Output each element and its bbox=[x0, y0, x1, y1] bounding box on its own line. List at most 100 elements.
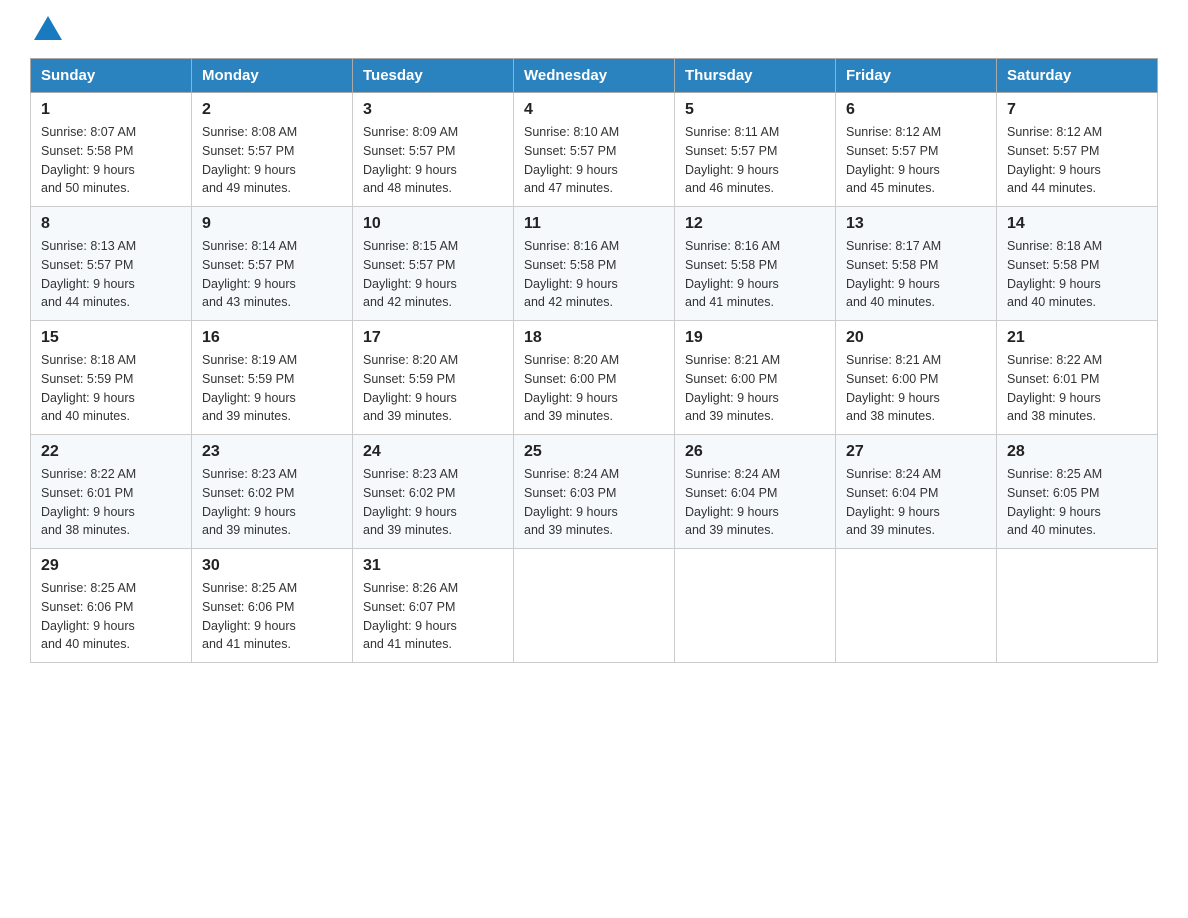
calendar-week-row: 8 Sunrise: 8:13 AM Sunset: 5:57 PM Dayli… bbox=[31, 207, 1158, 321]
day-number: 21 bbox=[1007, 329, 1147, 347]
day-number: 13 bbox=[846, 215, 986, 233]
day-info: Sunrise: 8:22 AM Sunset: 6:01 PM Dayligh… bbox=[41, 465, 181, 540]
calendar-cell: 15 Sunrise: 8:18 AM Sunset: 5:59 PM Dayl… bbox=[31, 321, 192, 435]
calendar-cell: 18 Sunrise: 8:20 AM Sunset: 6:00 PM Dayl… bbox=[514, 321, 675, 435]
day-info: Sunrise: 8:17 AM Sunset: 5:58 PM Dayligh… bbox=[846, 237, 986, 312]
calendar-cell: 28 Sunrise: 8:25 AM Sunset: 6:05 PM Dayl… bbox=[997, 435, 1158, 549]
day-number: 29 bbox=[41, 557, 181, 575]
calendar-cell: 14 Sunrise: 8:18 AM Sunset: 5:58 PM Dayl… bbox=[997, 207, 1158, 321]
calendar-cell: 31 Sunrise: 8:26 AM Sunset: 6:07 PM Dayl… bbox=[353, 549, 514, 663]
day-number: 27 bbox=[846, 443, 986, 461]
day-number: 31 bbox=[363, 557, 503, 575]
calendar-cell bbox=[514, 549, 675, 663]
day-number: 6 bbox=[846, 101, 986, 119]
day-number: 24 bbox=[363, 443, 503, 461]
day-number: 1 bbox=[41, 101, 181, 119]
calendar-cell: 19 Sunrise: 8:21 AM Sunset: 6:00 PM Dayl… bbox=[675, 321, 836, 435]
day-info: Sunrise: 8:20 AM Sunset: 6:00 PM Dayligh… bbox=[524, 351, 664, 426]
day-info: Sunrise: 8:26 AM Sunset: 6:07 PM Dayligh… bbox=[363, 579, 503, 654]
day-number: 9 bbox=[202, 215, 342, 233]
day-info: Sunrise: 8:11 AM Sunset: 5:57 PM Dayligh… bbox=[685, 123, 825, 198]
calendar-cell: 6 Sunrise: 8:12 AM Sunset: 5:57 PM Dayli… bbox=[836, 93, 997, 207]
day-number: 17 bbox=[363, 329, 503, 347]
day-number: 4 bbox=[524, 101, 664, 119]
day-info: Sunrise: 8:25 AM Sunset: 6:06 PM Dayligh… bbox=[41, 579, 181, 654]
day-info: Sunrise: 8:16 AM Sunset: 5:58 PM Dayligh… bbox=[524, 237, 664, 312]
calendar-cell bbox=[836, 549, 997, 663]
day-number: 26 bbox=[685, 443, 825, 461]
calendar-cell: 1 Sunrise: 8:07 AM Sunset: 5:58 PM Dayli… bbox=[31, 93, 192, 207]
day-number: 3 bbox=[363, 101, 503, 119]
calendar-cell bbox=[997, 549, 1158, 663]
day-info: Sunrise: 8:24 AM Sunset: 6:03 PM Dayligh… bbox=[524, 465, 664, 540]
calendar-cell: 16 Sunrise: 8:19 AM Sunset: 5:59 PM Dayl… bbox=[192, 321, 353, 435]
day-info: Sunrise: 8:19 AM Sunset: 5:59 PM Dayligh… bbox=[202, 351, 342, 426]
weekday-header-row: SundayMondayTuesdayWednesdayThursdayFrid… bbox=[31, 59, 1158, 93]
weekday-header-sunday: Sunday bbox=[31, 59, 192, 93]
day-info: Sunrise: 8:08 AM Sunset: 5:57 PM Dayligh… bbox=[202, 123, 342, 198]
calendar-week-row: 1 Sunrise: 8:07 AM Sunset: 5:58 PM Dayli… bbox=[31, 93, 1158, 207]
day-info: Sunrise: 8:07 AM Sunset: 5:58 PM Dayligh… bbox=[41, 123, 181, 198]
weekday-header-wednesday: Wednesday bbox=[514, 59, 675, 93]
calendar-cell: 29 Sunrise: 8:25 AM Sunset: 6:06 PM Dayl… bbox=[31, 549, 192, 663]
calendar-cell: 25 Sunrise: 8:24 AM Sunset: 6:03 PM Dayl… bbox=[514, 435, 675, 549]
day-info: Sunrise: 8:10 AM Sunset: 5:57 PM Dayligh… bbox=[524, 123, 664, 198]
day-number: 19 bbox=[685, 329, 825, 347]
day-info: Sunrise: 8:15 AM Sunset: 5:57 PM Dayligh… bbox=[363, 237, 503, 312]
calendar-cell: 11 Sunrise: 8:16 AM Sunset: 5:58 PM Dayl… bbox=[514, 207, 675, 321]
day-info: Sunrise: 8:20 AM Sunset: 5:59 PM Dayligh… bbox=[363, 351, 503, 426]
header bbox=[30, 20, 1158, 40]
day-number: 30 bbox=[202, 557, 342, 575]
calendar-cell: 12 Sunrise: 8:16 AM Sunset: 5:58 PM Dayl… bbox=[675, 207, 836, 321]
day-info: Sunrise: 8:13 AM Sunset: 5:57 PM Dayligh… bbox=[41, 237, 181, 312]
day-info: Sunrise: 8:24 AM Sunset: 6:04 PM Dayligh… bbox=[685, 465, 825, 540]
calendar-week-row: 15 Sunrise: 8:18 AM Sunset: 5:59 PM Dayl… bbox=[31, 321, 1158, 435]
calendar-cell: 20 Sunrise: 8:21 AM Sunset: 6:00 PM Dayl… bbox=[836, 321, 997, 435]
day-number: 14 bbox=[1007, 215, 1147, 233]
day-number: 28 bbox=[1007, 443, 1147, 461]
calendar-cell: 17 Sunrise: 8:20 AM Sunset: 5:59 PM Dayl… bbox=[353, 321, 514, 435]
day-number: 18 bbox=[524, 329, 664, 347]
calendar-cell: 27 Sunrise: 8:24 AM Sunset: 6:04 PM Dayl… bbox=[836, 435, 997, 549]
calendar-cell: 30 Sunrise: 8:25 AM Sunset: 6:06 PM Dayl… bbox=[192, 549, 353, 663]
day-number: 11 bbox=[524, 215, 664, 233]
weekday-header-friday: Friday bbox=[836, 59, 997, 93]
logo-triangle-icon bbox=[34, 16, 62, 40]
day-number: 10 bbox=[363, 215, 503, 233]
calendar-cell: 4 Sunrise: 8:10 AM Sunset: 5:57 PM Dayli… bbox=[514, 93, 675, 207]
day-number: 5 bbox=[685, 101, 825, 119]
calendar-cell: 9 Sunrise: 8:14 AM Sunset: 5:57 PM Dayli… bbox=[192, 207, 353, 321]
day-info: Sunrise: 8:12 AM Sunset: 5:57 PM Dayligh… bbox=[1007, 123, 1147, 198]
weekday-header-tuesday: Tuesday bbox=[353, 59, 514, 93]
calendar-cell bbox=[675, 549, 836, 663]
calendar-cell: 26 Sunrise: 8:24 AM Sunset: 6:04 PM Dayl… bbox=[675, 435, 836, 549]
calendar-cell: 23 Sunrise: 8:23 AM Sunset: 6:02 PM Dayl… bbox=[192, 435, 353, 549]
weekday-header-saturday: Saturday bbox=[997, 59, 1158, 93]
day-info: Sunrise: 8:22 AM Sunset: 6:01 PM Dayligh… bbox=[1007, 351, 1147, 426]
day-info: Sunrise: 8:23 AM Sunset: 6:02 PM Dayligh… bbox=[363, 465, 503, 540]
logo bbox=[30, 20, 62, 40]
calendar-cell: 5 Sunrise: 8:11 AM Sunset: 5:57 PM Dayli… bbox=[675, 93, 836, 207]
day-info: Sunrise: 8:21 AM Sunset: 6:00 PM Dayligh… bbox=[685, 351, 825, 426]
day-number: 25 bbox=[524, 443, 664, 461]
day-number: 8 bbox=[41, 215, 181, 233]
day-number: 12 bbox=[685, 215, 825, 233]
calendar-cell: 10 Sunrise: 8:15 AM Sunset: 5:57 PM Dayl… bbox=[353, 207, 514, 321]
day-info: Sunrise: 8:25 AM Sunset: 6:06 PM Dayligh… bbox=[202, 579, 342, 654]
day-info: Sunrise: 8:12 AM Sunset: 5:57 PM Dayligh… bbox=[846, 123, 986, 198]
calendar-cell: 7 Sunrise: 8:12 AM Sunset: 5:57 PM Dayli… bbox=[997, 93, 1158, 207]
calendar-week-row: 29 Sunrise: 8:25 AM Sunset: 6:06 PM Dayl… bbox=[31, 549, 1158, 663]
calendar-cell: 3 Sunrise: 8:09 AM Sunset: 5:57 PM Dayli… bbox=[353, 93, 514, 207]
day-info: Sunrise: 8:09 AM Sunset: 5:57 PM Dayligh… bbox=[363, 123, 503, 198]
calendar-cell: 21 Sunrise: 8:22 AM Sunset: 6:01 PM Dayl… bbox=[997, 321, 1158, 435]
day-info: Sunrise: 8:18 AM Sunset: 5:59 PM Dayligh… bbox=[41, 351, 181, 426]
calendar-cell: 22 Sunrise: 8:22 AM Sunset: 6:01 PM Dayl… bbox=[31, 435, 192, 549]
day-number: 16 bbox=[202, 329, 342, 347]
day-number: 22 bbox=[41, 443, 181, 461]
calendar-cell: 24 Sunrise: 8:23 AM Sunset: 6:02 PM Dayl… bbox=[353, 435, 514, 549]
calendar-cell: 13 Sunrise: 8:17 AM Sunset: 5:58 PM Dayl… bbox=[836, 207, 997, 321]
day-info: Sunrise: 8:23 AM Sunset: 6:02 PM Dayligh… bbox=[202, 465, 342, 540]
calendar-cell: 2 Sunrise: 8:08 AM Sunset: 5:57 PM Dayli… bbox=[192, 93, 353, 207]
day-number: 7 bbox=[1007, 101, 1147, 119]
day-info: Sunrise: 8:18 AM Sunset: 5:58 PM Dayligh… bbox=[1007, 237, 1147, 312]
